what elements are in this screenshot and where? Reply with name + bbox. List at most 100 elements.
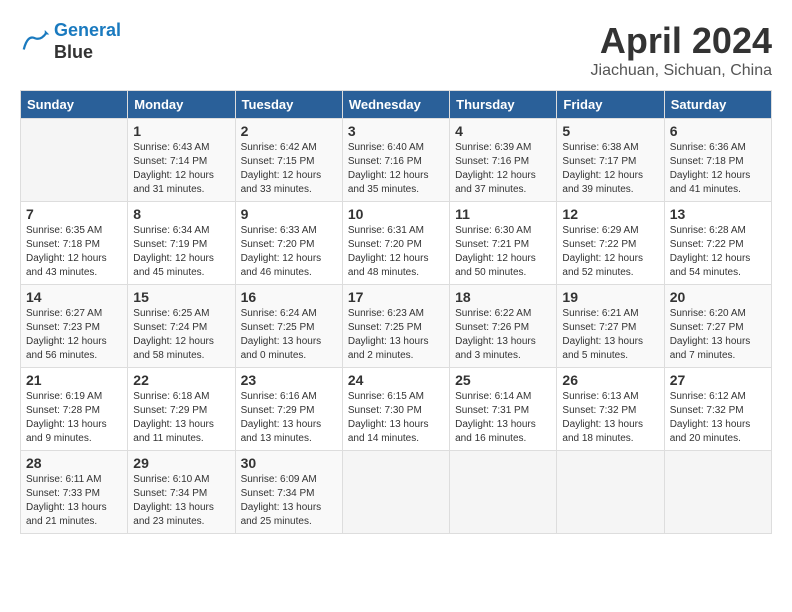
day-info: Sunrise: 6:25 AMSunset: 7:24 PMDaylight:… — [133, 307, 229, 363]
day-number: 9 — [241, 206, 337, 222]
day-info: Sunrise: 6:22 AMSunset: 7:26 PMDaylight:… — [455, 307, 551, 363]
day-number: 26 — [562, 372, 658, 388]
day-info: Sunrise: 6:11 AMSunset: 7:33 PMDaylight:… — [26, 473, 122, 529]
calendar-week-row: 7 Sunrise: 6:35 AMSunset: 7:18 PMDaylight… — [21, 202, 772, 285]
day-info: Sunrise: 6:36 AMSunset: 7:18 PMDaylight:… — [670, 141, 766, 197]
day-number: 8 — [133, 206, 229, 222]
day-number: 7 — [26, 206, 122, 222]
day-info: Sunrise: 6:09 AMSunset: 7:34 PMDaylight:… — [241, 473, 337, 529]
day-number: 12 — [562, 206, 658, 222]
day-number: 13 — [670, 206, 766, 222]
calendar-cell: 24 Sunrise: 6:15 AMSunset: 7:30 PMDayligh… — [342, 368, 449, 451]
day-info: Sunrise: 6:12 AMSunset: 7:32 PMDaylight:… — [670, 390, 766, 446]
day-info: Sunrise: 6:14 AMSunset: 7:31 PMDaylight:… — [455, 390, 551, 446]
day-info: Sunrise: 6:29 AMSunset: 7:22 PMDaylight:… — [562, 224, 658, 280]
day-number: 14 — [26, 289, 122, 305]
calendar-cell: 30 Sunrise: 6:09 AMSunset: 7:34 PMDayligh… — [235, 451, 342, 534]
calendar-week-row: 14 Sunrise: 6:27 AMSunset: 7:23 PMDayligh… — [21, 285, 772, 368]
calendar-cell: 1 Sunrise: 6:43 AMSunset: 7:14 PMDaylight… — [128, 119, 235, 202]
day-number: 4 — [455, 123, 551, 139]
logo-icon — [20, 27, 50, 57]
day-info: Sunrise: 6:31 AMSunset: 7:20 PMDaylight:… — [348, 224, 444, 280]
logo-text: General Blue — [54, 20, 121, 63]
calendar-cell: 2Sunrise: 6:42 AMSunset: 7:15 PMDaylight… — [235, 119, 342, 202]
calendar-cell: 5 Sunrise: 6:38 AMSunset: 7:17 PMDaylight… — [557, 119, 664, 202]
day-info: Sunrise: 6:18 AMSunset: 7:29 PMDaylight:… — [133, 390, 229, 446]
day-number: 20 — [670, 289, 766, 305]
day-number: 2 — [241, 123, 337, 139]
calendar-table: SundayMondayTuesdayWednesdayThursdayFrid… — [20, 90, 772, 534]
calendar-cell: 8Sunrise: 6:34 AMSunset: 7:19 PMDaylight… — [128, 202, 235, 285]
weekday-header-sunday: Sunday — [21, 91, 128, 119]
calendar-cell — [342, 451, 449, 534]
day-info: Sunrise: 6:30 AMSunset: 7:21 PMDaylight:… — [455, 224, 551, 280]
calendar-cell: 26 Sunrise: 6:13 AMSunset: 7:32 PMDayligh… — [557, 368, 664, 451]
calendar-cell: 28Sunrise: 6:11 AMSunset: 7:33 PMDayligh… — [21, 451, 128, 534]
day-number: 24 — [348, 372, 444, 388]
logo: General Blue — [20, 20, 121, 63]
calendar-cell: 21 Sunrise: 6:19 AMSunset: 7:28 PMDayligh… — [21, 368, 128, 451]
calendar-cell: 20 Sunrise: 6:20 AMSunset: 7:27 PMDayligh… — [664, 285, 771, 368]
day-info: Sunrise: 6:39 AMSunset: 7:16 PMDaylight:… — [455, 141, 551, 197]
day-info: Sunrise: 6:35 AMSunset: 7:18 PMDaylight:… — [26, 224, 122, 280]
calendar-week-row: 1 Sunrise: 6:43 AMSunset: 7:14 PMDaylight… — [21, 119, 772, 202]
day-number: 11 — [455, 206, 551, 222]
weekday-header-tuesday: Tuesday — [235, 91, 342, 119]
calendar-cell: 27 Sunrise: 6:12 AMSunset: 7:32 PMDayligh… — [664, 368, 771, 451]
calendar-cell: 29 Sunrise: 6:10 AMSunset: 7:34 PMDayligh… — [128, 451, 235, 534]
day-number: 21 — [26, 372, 122, 388]
day-info: Sunrise: 6:19 AMSunset: 7:28 PMDaylight:… — [26, 390, 122, 446]
day-number: 25 — [455, 372, 551, 388]
day-number: 6 — [670, 123, 766, 139]
weekday-header-row: SundayMondayTuesdayWednesdayThursdayFrid… — [21, 91, 772, 119]
day-number: 5 — [562, 123, 658, 139]
day-info: Sunrise: 6:27 AMSunset: 7:23 PMDaylight:… — [26, 307, 122, 363]
day-info: Sunrise: 6:23 AMSunset: 7:25 PMDaylight:… — [348, 307, 444, 363]
day-number: 30 — [241, 455, 337, 471]
day-number: 16 — [241, 289, 337, 305]
day-number: 19 — [562, 289, 658, 305]
calendar-cell: 11 Sunrise: 6:30 AMSunset: 7:21 PMDayligh… — [450, 202, 557, 285]
day-info: Sunrise: 6:10 AMSunset: 7:34 PMDaylight:… — [133, 473, 229, 529]
weekday-header-thursday: Thursday — [450, 91, 557, 119]
day-number: 22 — [133, 372, 229, 388]
day-info: Sunrise: 6:40 AMSunset: 7:16 PMDaylight:… — [348, 141, 444, 197]
day-number: 29 — [133, 455, 229, 471]
page-header: General Blue April 2024 Jiachuan, Sichua… — [20, 20, 772, 80]
day-number: 18 — [455, 289, 551, 305]
calendar-cell: 16Sunrise: 6:24 AMSunset: 7:25 PMDayligh… — [235, 285, 342, 368]
calendar-cell: 23 Sunrise: 6:16 AMSunset: 7:29 PMDayligh… — [235, 368, 342, 451]
weekday-header-monday: Monday — [128, 91, 235, 119]
day-number: 23 — [241, 372, 337, 388]
day-info: Sunrise: 6:16 AMSunset: 7:29 PMDaylight:… — [241, 390, 337, 446]
day-number: 17 — [348, 289, 444, 305]
calendar-cell: 10 Sunrise: 6:31 AMSunset: 7:20 PMDayligh… — [342, 202, 449, 285]
day-number: 27 — [670, 372, 766, 388]
calendar-cell: 13 Sunrise: 6:28 AMSunset: 7:22 PMDayligh… — [664, 202, 771, 285]
day-number: 1 — [133, 123, 229, 139]
calendar-cell: 19Sunrise: 6:21 AMSunset: 7:27 PMDayligh… — [557, 285, 664, 368]
calendar-cell: 22 Sunrise: 6:18 AMSunset: 7:29 PMDayligh… — [128, 368, 235, 451]
calendar-cell: 14 Sunrise: 6:27 AMSunset: 7:23 PMDayligh… — [21, 285, 128, 368]
weekday-header-saturday: Saturday — [664, 91, 771, 119]
calendar-cell: 9 Sunrise: 6:33 AMSunset: 7:20 PMDaylight… — [235, 202, 342, 285]
month-title: April 2024 — [591, 20, 772, 62]
calendar-cell — [450, 451, 557, 534]
day-info: Sunrise: 6:28 AMSunset: 7:22 PMDaylight:… — [670, 224, 766, 280]
day-number: 10 — [348, 206, 444, 222]
day-info: Sunrise: 6:43 AMSunset: 7:14 PMDaylight:… — [133, 141, 229, 197]
day-info: Sunrise: 6:33 AMSunset: 7:20 PMDaylight:… — [241, 224, 337, 280]
calendar-cell — [557, 451, 664, 534]
day-info: Sunrise: 6:38 AMSunset: 7:17 PMDaylight:… — [562, 141, 658, 197]
day-info: Sunrise: 6:15 AMSunset: 7:30 PMDaylight:… — [348, 390, 444, 446]
calendar-cell — [664, 451, 771, 534]
location-title: Jiachuan, Sichuan, China — [591, 62, 772, 80]
day-info: Sunrise: 6:13 AMSunset: 7:32 PMDaylight:… — [562, 390, 658, 446]
title-block: April 2024 Jiachuan, Sichuan, China — [591, 20, 772, 80]
weekday-header-friday: Friday — [557, 91, 664, 119]
day-info: Sunrise: 6:20 AMSunset: 7:27 PMDaylight:… — [670, 307, 766, 363]
calendar-week-row: 21 Sunrise: 6:19 AMSunset: 7:28 PMDayligh… — [21, 368, 772, 451]
weekday-header-wednesday: Wednesday — [342, 91, 449, 119]
calendar-cell — [21, 119, 128, 202]
day-number: 15 — [133, 289, 229, 305]
